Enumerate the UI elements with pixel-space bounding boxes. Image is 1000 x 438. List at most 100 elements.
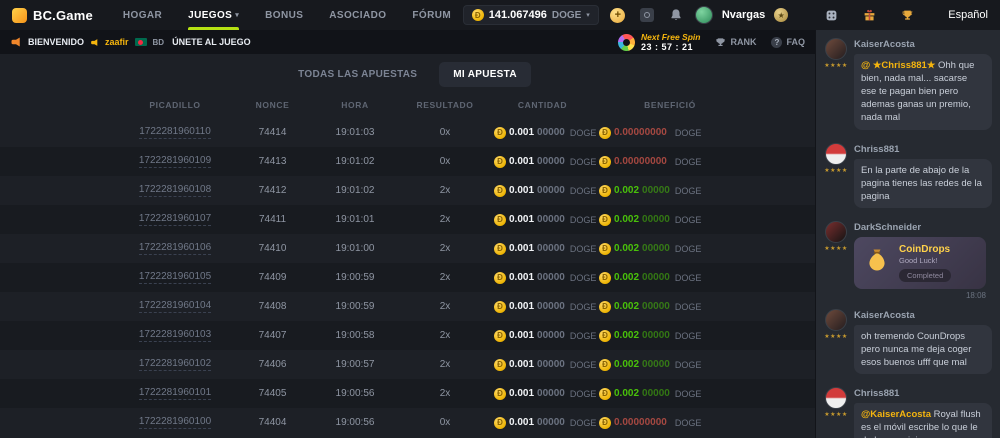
- chat-mention[interactable]: @ ★Chriss881★: [861, 60, 938, 71]
- notifications-button[interactable]: [666, 5, 686, 25]
- bet-hash-link[interactable]: 1722281960102: [139, 358, 211, 371]
- moneybag-icon: [863, 246, 891, 274]
- announcement-username[interactable]: zaafir: [105, 37, 129, 47]
- doge-coin-icon: Ð: [494, 272, 506, 284]
- bet-hash-cell: 1722281960108: [115, 184, 235, 197]
- bet-hash-link[interactable]: 1722281960107: [139, 213, 211, 226]
- chevron-down-icon: ▾: [586, 11, 590, 19]
- chat-mention[interactable]: @KaiserAcosta: [861, 409, 934, 420]
- bet-profit-currency: DOGE: [675, 360, 702, 370]
- bet-amount-zeros: 00000: [537, 243, 565, 254]
- table-row: 17222819601047440819:00:592xÐ0.00100000D…: [0, 292, 815, 321]
- language-selector[interactable]: Español: [948, 9, 988, 21]
- menu-hogar[interactable]: HOGAR: [123, 0, 162, 30]
- bet-hash-link[interactable]: 1722281960109: [139, 155, 211, 168]
- bet-amount-zeros: 00000: [537, 214, 565, 225]
- avatar[interactable]: [825, 309, 847, 331]
- balance-currency: DOGE: [552, 10, 581, 21]
- bet-amount-zeros: 00000: [537, 359, 565, 370]
- col-header-hash: PICADILLO: [115, 100, 235, 110]
- bet-hash-cell: 1722281960106: [115, 242, 235, 255]
- menu-forum[interactable]: FÓRUM: [412, 0, 451, 30]
- bet-result-cell: 2x: [400, 243, 490, 254]
- table-row: 17222819601097441319:01:020xÐ0.00100000D…: [0, 147, 815, 176]
- chat-message: ★★★★KaiserAcosta@ ★Chriss881★ Ohh que bi…: [824, 38, 992, 134]
- bet-amount-zeros: 00000: [537, 185, 565, 196]
- free-spin-widget[interactable]: Next Free Spin 23 : 57 : 21: [618, 32, 701, 52]
- balance-amount: 141.067496: [489, 9, 547, 21]
- vip-badge-icon[interactable]: ★: [774, 8, 788, 22]
- bonus-shortcut-button[interactable]: [859, 5, 879, 25]
- rank-link[interactable]: RANK: [715, 37, 756, 48]
- bet-amount-currency: DOGE: [570, 302, 597, 312]
- chat-username[interactable]: KaiserAcosta: [854, 310, 992, 321]
- bet-profit-zeros: 00000: [642, 388, 670, 399]
- tab-my-bets[interactable]: MI APUESTA: [439, 62, 531, 87]
- bet-profit-currency: DOGE: [675, 157, 702, 167]
- logo[interactable]: BC.Game: [12, 8, 93, 23]
- welcome-label: BIENVENIDO: [28, 37, 84, 47]
- bet-hash-link[interactable]: 1722281960106: [139, 242, 211, 255]
- doge-coin-icon: Ð: [494, 127, 506, 139]
- bet-profit-main: 0.002: [614, 214, 639, 225]
- games-shortcut-button[interactable]: [821, 5, 841, 25]
- faq-link[interactable]: ? FAQ: [771, 37, 805, 48]
- bet-profit-cell: Ð0.00200000DOGE: [595, 214, 745, 226]
- bet-hash-link[interactable]: 1722281960110: [139, 126, 211, 139]
- user-avatar[interactable]: [695, 6, 713, 24]
- bet-result-cell: 0x: [400, 417, 490, 428]
- bet-time-cell: 19:00:59: [310, 301, 400, 312]
- chat-bubble: oh tremendo CounDrops pero nunca me deja…: [854, 325, 992, 374]
- tab-all-bets[interactable]: TODAS LAS APUESTAS: [284, 62, 431, 87]
- chat-username[interactable]: DarkSchneider: [854, 222, 992, 233]
- menu-bonus[interactable]: BONUS: [265, 0, 303, 30]
- bet-profit-currency: DOGE: [675, 186, 702, 196]
- bet-result-cell: 0x: [400, 156, 490, 167]
- bet-amount-currency: DOGE: [570, 360, 597, 370]
- bet-time-cell: 19:01:00: [310, 243, 400, 254]
- deposit-button[interactable]: +: [608, 5, 628, 25]
- bet-profit-main: 0.002: [614, 330, 639, 341]
- bet-hash-cell: 1722281960107: [115, 213, 235, 226]
- bet-hash-link[interactable]: 1722281960105: [139, 271, 211, 284]
- menu-juegos[interactable]: JUEGOS▾: [188, 0, 239, 30]
- chat-username[interactable]: Chriss881: [854, 388, 992, 399]
- chat-username[interactable]: Chriss881: [854, 144, 992, 155]
- bet-profit-main: 0.00000000: [614, 417, 667, 428]
- vip-stars: ★★★★: [824, 245, 848, 252]
- bet-hash-link[interactable]: 1722281960103: [139, 329, 211, 342]
- table-row: 17222819601067441019:01:002xÐ0.00100000D…: [0, 234, 815, 263]
- bet-profit-main: 0.002: [614, 359, 639, 370]
- bet-amount-currency: DOGE: [570, 331, 597, 341]
- avatar[interactable]: [825, 38, 847, 60]
- bet-hash-link[interactable]: 1722281960108: [139, 184, 211, 197]
- coindrop-card[interactable]: CoinDropsGood Luck!Completed: [854, 237, 986, 289]
- bet-result-cell: 2x: [400, 272, 490, 283]
- bet-hash-link[interactable]: 1722281960104: [139, 300, 211, 313]
- bet-profit-cell: Ð0.00200000DOGE: [595, 243, 745, 255]
- table-row: 17222819601087441219:01:022xÐ0.00100000D…: [0, 176, 815, 205]
- bet-hash-link[interactable]: 1722281960100: [139, 416, 211, 429]
- deposit-icon: +: [610, 8, 625, 23]
- gift-icon: [863, 9, 876, 22]
- avatar[interactable]: [825, 387, 847, 409]
- bet-profit-currency: DOGE: [675, 244, 702, 254]
- bet-hash-cell: 1722281960109: [115, 155, 235, 168]
- balance-selector[interactable]: Ð 141.067496 DOGE ▾: [463, 5, 599, 25]
- avatar[interactable]: [825, 221, 847, 243]
- coindrop-completed-button[interactable]: Completed: [899, 269, 951, 282]
- avatar[interactable]: [825, 143, 847, 165]
- vault-button[interactable]: [637, 5, 657, 25]
- moneybag-icon: [863, 246, 891, 279]
- menu-asociado[interactable]: ASOCIADO: [329, 0, 386, 30]
- contest-shortcut-button[interactable]: [897, 5, 917, 25]
- bet-profit-currency: DOGE: [675, 215, 702, 225]
- vip-stars: ★★★★: [824, 167, 848, 174]
- doge-coin-icon: Ð: [599, 156, 611, 168]
- bet-amount-cell: Ð0.00100000DOGE: [490, 185, 595, 197]
- chat-avatar-col: ★★★★: [824, 309, 848, 378]
- chat-username[interactable]: KaiserAcosta: [854, 39, 992, 50]
- username[interactable]: Nvargas: [722, 9, 765, 21]
- bet-profit-cell: Ð0.00000000DOGE: [595, 417, 745, 429]
- bet-hash-link[interactable]: 1722281960101: [139, 387, 211, 400]
